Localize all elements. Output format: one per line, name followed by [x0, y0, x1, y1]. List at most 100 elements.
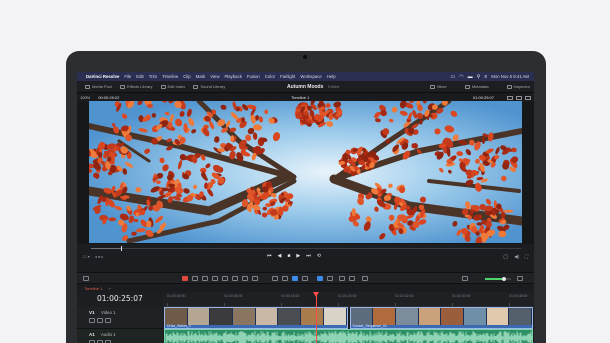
track-name[interactable]: Audio 1	[101, 332, 116, 337]
clip-thumbnail	[418, 308, 442, 325]
control-center-icon[interactable]: ≡	[484, 74, 487, 80]
audio-level-knob[interactable]	[501, 276, 506, 281]
clip-thumbnails	[165, 308, 347, 325]
menu-item-view[interactable]: View	[210, 74, 219, 79]
inspector-button[interactable]: Inspector	[506, 84, 530, 89]
timeline-playhead[interactable]	[313, 292, 319, 343]
video-clip[interactable]: Drive_Series_1	[164, 307, 348, 329]
blade-tool-icon[interactable]	[212, 276, 218, 281]
meter-icon[interactable]	[517, 276, 523, 281]
battery-icon[interactable]: ▬	[468, 74, 473, 80]
ruler-tick	[281, 303, 282, 306]
loop-icon[interactable]: ⟲	[317, 253, 321, 259]
speaker-icon[interactable]	[462, 276, 468, 281]
snapping-icon[interactable]	[272, 276, 278, 281]
menu-item-workspace[interactable]: Workspace	[300, 74, 321, 79]
insert-clip-icon[interactable]	[222, 276, 228, 281]
zoom-fit-icon[interactable]	[327, 276, 333, 281]
project-status: Edited	[328, 84, 340, 89]
trim-tool-icon[interactable]	[192, 276, 198, 281]
match-frame-icon[interactable]: ◀|	[514, 254, 519, 260]
reverse-icon[interactable]: ◀	[278, 253, 282, 259]
menu-bar: DaVinci Resolve File Edit Trim Timeline Clip…	[77, 72, 534, 81]
jog-icon[interactable]: ◂ ● ▸	[95, 254, 104, 259]
audio-clip[interactable]: Main Theme	[164, 329, 533, 343]
more-options-icon[interactable]	[525, 95, 531, 100]
viewer-timeline-name[interactable]: Timeline 1	[291, 95, 309, 100]
menu-item-timeline[interactable]: Timeline	[162, 74, 178, 79]
track-height-icon[interactable]	[362, 276, 368, 281]
fullscreen-icon[interactable]: ⛶	[525, 254, 528, 260]
zoom-detail-icon[interactable]	[339, 276, 345, 281]
media-pool-icon	[85, 84, 90, 89]
menu-clock[interactable]: Mon Nov 6 9:41 AM	[491, 74, 529, 79]
menu-item-fusion[interactable]: Fusion	[247, 74, 260, 79]
auto-select-icon[interactable]	[97, 318, 103, 323]
replace-clip-icon[interactable]	[242, 276, 248, 281]
inspector-icon	[506, 84, 512, 89]
menu-item-mark[interactable]: Mark	[196, 74, 206, 79]
video-track-lane[interactable]: Drive_Series_1 Sunset_Sequence_01	[163, 307, 534, 329]
mixer-button[interactable]: Mixer	[430, 84, 447, 89]
mixer-icon	[430, 84, 436, 89]
media-pool-button[interactable]: Media Pool	[85, 84, 112, 89]
overwrite-clip-icon[interactable]	[232, 276, 238, 281]
menu-item-file[interactable]: File	[124, 74, 131, 79]
menu-item-color[interactable]: Color	[265, 74, 275, 79]
clip-thumbnail	[395, 308, 419, 325]
audio-track-lane[interactable]: Main Theme	[163, 329, 534, 343]
effects-library-button[interactable]: Effects Library	[120, 84, 153, 89]
link-icon[interactable]	[282, 276, 288, 281]
menu-item-playback[interactable]: Playback	[224, 74, 241, 79]
sound-library-label: Sound Library	[200, 84, 226, 89]
position-lock-icon[interactable]	[292, 276, 298, 281]
effects-library-icon	[120, 84, 126, 89]
marker-icon[interactable]	[317, 276, 323, 281]
layout-icon[interactable]	[83, 276, 89, 281]
zoom-dropdown[interactable]: 100%	[80, 95, 90, 100]
lock-track-icon[interactable]	[89, 318, 95, 323]
stop-icon[interactable]: ■	[287, 253, 290, 259]
video-viewer[interactable]	[89, 101, 522, 243]
flag-icon[interactable]	[302, 276, 308, 281]
scrubber-bar[interactable]	[91, 246, 521, 251]
video-clip[interactable]: Sunset_Sequence_01	[349, 307, 533, 329]
ruler-label: 01:00:32:00	[395, 294, 414, 298]
search-icon[interactable]: ⚲	[477, 74, 481, 80]
menu-item-trim[interactable]: Trim	[149, 74, 157, 79]
tab-timeline-1[interactable]: Timeline 1	[84, 286, 102, 291]
airplay-icon[interactable]: ▭	[451, 74, 456, 80]
disable-track-icon[interactable]	[105, 318, 111, 323]
clip-thumbnail	[441, 308, 464, 325]
clip-thumbnail	[350, 308, 374, 325]
track-name[interactable]: Video 1	[101, 310, 116, 315]
edit-index-icon	[160, 84, 166, 89]
selection-tool-icon[interactable]	[182, 276, 188, 281]
timeline-ruler[interactable]: 01:00:00:00 01:00:08:00 01:00:16:00 01:00:2…	[163, 292, 534, 307]
wifi-icon[interactable]: ◠	[459, 74, 463, 80]
scrubber-head[interactable]	[121, 246, 123, 251]
viewer-mode-icon[interactable]	[507, 95, 513, 100]
ruler-label: 01:00:48:00	[509, 294, 528, 298]
ripple-icon[interactable]	[252, 276, 258, 281]
dynamic-trim-icon[interactable]	[202, 276, 208, 281]
viewer-layout-icon[interactable]	[516, 95, 522, 100]
zoom-custom-icon[interactable]	[349, 276, 355, 281]
edit-index-button[interactable]: Edit Index	[160, 84, 185, 89]
menu-app-name[interactable]: DaVinci Resolve	[86, 74, 119, 79]
menu-item-clip[interactable]: Clip	[183, 74, 190, 79]
timeline-tab-bar: Timeline 1 +	[77, 284, 534, 292]
go-to-end-icon[interactable]: ⏭	[306, 253, 311, 259]
menu-item-help[interactable]: Help	[327, 74, 336, 79]
metadata-button[interactable]: Metadata	[464, 84, 489, 89]
menu-item-fairlight[interactable]: Fairlight	[280, 74, 295, 79]
add-timeline-tab[interactable]: +	[108, 286, 110, 291]
play-icon[interactable]: ▶	[296, 253, 300, 259]
sound-library-button[interactable]: Sound Library	[193, 84, 225, 89]
menu-item-edit[interactable]: Edit	[136, 74, 143, 79]
ruler-tick	[509, 303, 510, 306]
audio-level-slider[interactable]	[485, 276, 511, 281]
view-mode-icon[interactable]: ☐ ▾	[83, 254, 90, 259]
mark-icon[interactable]: ◯	[503, 254, 508, 260]
go-to-start-icon[interactable]: ⏮	[267, 253, 272, 259]
